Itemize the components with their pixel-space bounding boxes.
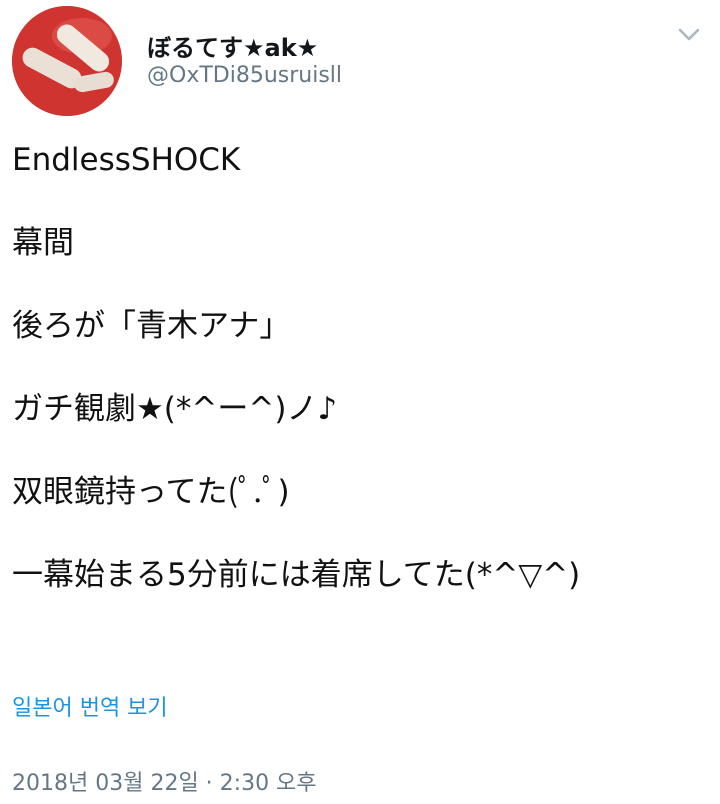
tweet-line: 双眼鏡持ってた(ﾟ.ﾟ) bbox=[12, 474, 290, 510]
chevron-down-icon[interactable] bbox=[674, 22, 704, 46]
tweet-card: ぼるてす★ak★ @OxTDi85usruisll EndlessSHOCK 幕… bbox=[0, 0, 720, 804]
tweet-timestamp: 2018년 03월 22일 · 2:30 오후 bbox=[12, 771, 317, 796]
translate-link[interactable]: 일본어 번역 보기 bbox=[12, 690, 168, 722]
tweet-line: 後ろが「青木アナ」 bbox=[12, 308, 291, 344]
tweet-line: ガチ観劇★(*^ー^)ノ♪ bbox=[12, 391, 338, 427]
tweet-line: 幕間 bbox=[12, 225, 74, 261]
display-name[interactable]: ぼるてす★ak★ bbox=[147, 28, 318, 63]
avatar-image bbox=[12, 6, 122, 116]
avatar[interactable] bbox=[12, 6, 122, 116]
user-handle[interactable]: @OxTDi85usruisll bbox=[147, 63, 342, 88]
tweet-line: 一幕始まる5分前には着席してた(*^▽^) bbox=[12, 557, 581, 593]
tweet-body: EndlessSHOCK 幕間 後ろが「青木アナ」 ガチ観劇★(*^ー^)ノ♪ … bbox=[12, 140, 712, 638]
tweet-line: EndlessSHOCK bbox=[12, 142, 241, 178]
